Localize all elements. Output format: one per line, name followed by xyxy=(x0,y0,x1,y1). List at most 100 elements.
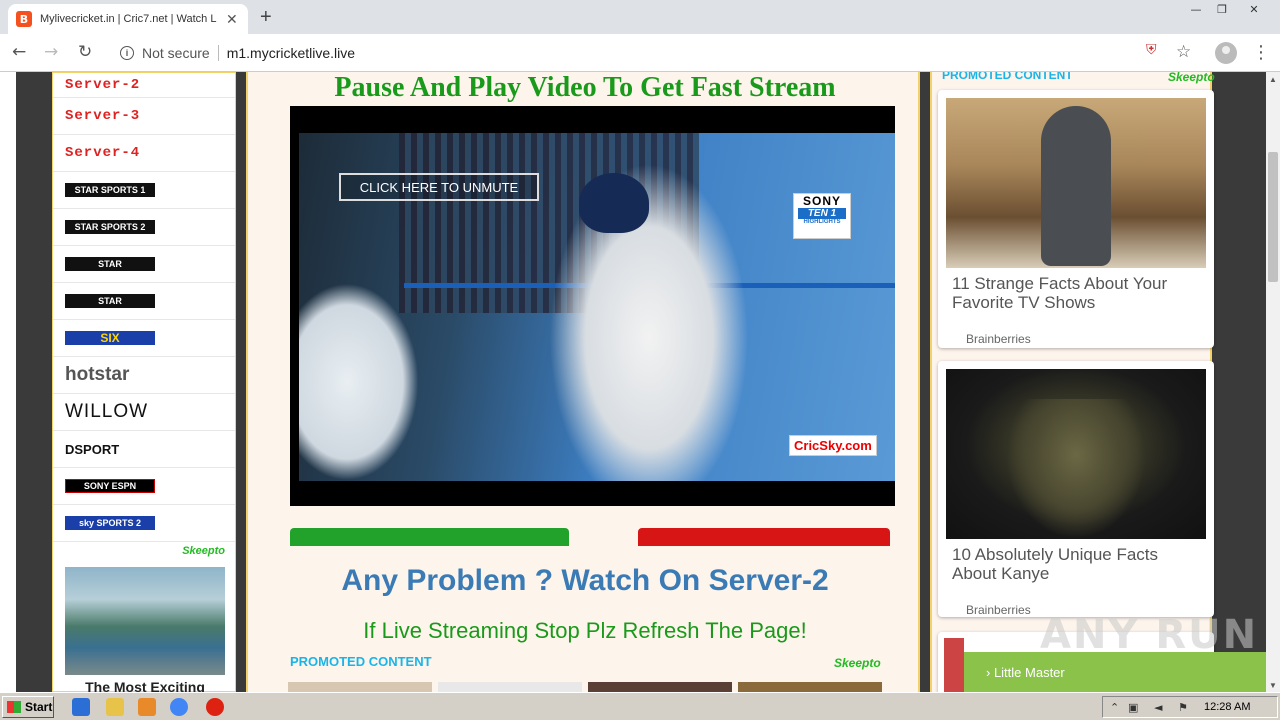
server-2-link[interactable]: Server-2 xyxy=(53,73,235,98)
close-window-icon[interactable]: ✕ xyxy=(1240,0,1268,18)
video-player[interactable]: CLICK HERE TO UNMUTE SONY TEN 1 HIGHLIGH… xyxy=(290,106,895,506)
channel-willow[interactable]: WILLOW xyxy=(53,394,235,431)
scroll-thumb[interactable] xyxy=(1268,152,1278,282)
scroll-down-icon[interactable]: ▼ xyxy=(1266,678,1280,692)
browser-tab[interactable]: B Mylivecricket.in | Cric7.net | Watch L… xyxy=(8,4,248,34)
channel-star-sports-4[interactable]: STAR xyxy=(53,283,235,320)
explorer-icon[interactable] xyxy=(106,698,124,716)
performer-figure xyxy=(1006,399,1146,539)
ie-icon[interactable] xyxy=(72,698,90,716)
volume-icon[interactable]: ◄ xyxy=(1154,701,1162,714)
main-content: Pause And Play Video To Get Fast Stream … xyxy=(246,72,920,692)
hotstar-logo: hotstar xyxy=(65,364,130,385)
person-figure xyxy=(1041,106,1111,266)
channel-hotstar[interactable]: hotstar xyxy=(53,357,235,394)
blogger-favicon-icon: B xyxy=(16,11,32,27)
dsport-logo: DSPORT xyxy=(65,441,120,457)
back-icon[interactable]: ← xyxy=(12,42,26,62)
ten-six-logo: SIX xyxy=(65,331,155,345)
cricsky-watermark: CricSky.com xyxy=(789,435,877,456)
promo-card[interactable]: 10 Absolutely Unique Facts About Kanye B… xyxy=(938,361,1214,617)
video-frame[interactable]: CLICK HERE TO UNMUTE SONY TEN 1 HIGHLIGH… xyxy=(299,133,895,481)
restore-icon[interactable]: ❐ xyxy=(1208,0,1236,18)
close-tab-icon[interactable]: ✕ xyxy=(226,11,238,28)
unmute-button[interactable]: CLICK HERE TO UNMUTE xyxy=(339,173,539,201)
forward-icon[interactable]: → xyxy=(44,42,58,62)
green-server-button[interactable] xyxy=(290,528,569,546)
channel-sony-espn[interactable]: SONY ESPN xyxy=(53,468,235,505)
action-center-flag-icon[interactable]: ⚑ xyxy=(1178,701,1188,714)
profile-avatar-icon[interactable] xyxy=(1215,42,1237,64)
helmet-shape xyxy=(579,173,649,233)
page-scrollbar[interactable]: ▲ ▼ xyxy=(1266,72,1280,692)
promo-thumb[interactable] xyxy=(738,682,882,692)
windows-taskbar: Start ⌃ ▣ ◄ ⚑ 12:28 AM xyxy=(0,692,1280,720)
reload-icon[interactable]: ↻ xyxy=(78,42,92,62)
blocked-content-icon[interactable]: ⛨ xyxy=(1146,42,1157,58)
page-headline: Pause And Play Video To Get Fast Stream xyxy=(334,72,836,103)
anyrun-watermark: ANY RUN xyxy=(1040,612,1259,658)
promo-thumb[interactable] xyxy=(944,638,964,692)
tab-strip: B Mylivecricket.in | Cric7.net | Watch L… xyxy=(0,0,1280,34)
promoted-content-label: PROMOTED CONTENT xyxy=(942,72,1073,82)
opera-icon[interactable] xyxy=(206,698,224,716)
sony-ten-badge: SONY TEN 1 HIGHLIGHTS xyxy=(793,193,851,239)
star-sports-2-logo: STAR SPORTS 2 xyxy=(65,220,155,234)
new-tab-icon[interactable]: + xyxy=(260,6,272,29)
willow-logo: WILLOW xyxy=(65,401,149,422)
promoted-sidebar: PROMOTED CONTENT Skeepto 11 Strange Fact… xyxy=(930,72,1215,692)
skeepto-logo: Skeepto xyxy=(182,545,225,557)
promo-card[interactable]: 11 Strange Facts About Your Favorite TV … xyxy=(938,90,1214,348)
ad-title: The Most Exciting xyxy=(85,679,205,692)
channel-dsport[interactable]: DSPORT xyxy=(53,431,235,468)
promoted-content-label: PROMOTED CONTENT xyxy=(290,654,432,669)
skeepto-logo: Skeepto xyxy=(1168,72,1215,84)
bookmark-star-icon[interactable]: ☆ xyxy=(1176,42,1191,62)
red-server-button[interactable] xyxy=(638,528,890,546)
omnibox-divider xyxy=(217,45,219,61)
server-notice: Any Problem ? Watch On Server-2 xyxy=(341,564,829,597)
channel-star-sports-1[interactable]: STAR SPORTS 1 xyxy=(53,172,235,209)
server-3-link[interactable]: Server-3 xyxy=(53,98,235,135)
tab-title: Mylivecricket.in | Cric7.net | Watch L xyxy=(40,13,217,25)
channel-star-sports-3[interactable]: STAR xyxy=(53,246,235,283)
scroll-up-icon[interactable]: ▲ xyxy=(1266,72,1280,86)
channel-sky-sports-2[interactable]: sky SPORTS 2 xyxy=(53,505,235,542)
chrome-icon[interactable] xyxy=(170,698,188,716)
card-image xyxy=(946,369,1206,539)
card-title: 11 Strange Facts About Your Favorite TV … xyxy=(952,274,1168,312)
omnibox[interactable]: i Not secure m1.mycricketlive.live xyxy=(108,39,1208,67)
ad-image xyxy=(65,567,225,675)
address-bar-row: ← → ↻ i Not secure m1.mycricketlive.live… xyxy=(0,34,1280,72)
chrome-menu-icon[interactable]: ⋮ xyxy=(1252,42,1270,63)
fielder-figure xyxy=(299,283,419,481)
channel-sidebar: Server-2 Server-3 Server-4 STAR SPORTS 1… xyxy=(52,72,236,692)
card-source: Brainberries xyxy=(966,332,1031,346)
tray-expand-icon[interactable]: ⌃ xyxy=(1110,701,1119,714)
card-image xyxy=(946,98,1206,268)
sidebar-ad[interactable]: Skeepto The Most Exciting xyxy=(65,545,225,692)
sky-sports-2-logo: sky SPORTS 2 xyxy=(65,516,155,530)
star-sports-3-logo: STAR xyxy=(65,257,155,271)
clock[interactable]: 12:28 AM xyxy=(1204,701,1250,713)
network-icon[interactable]: ▣ xyxy=(1128,701,1138,714)
refresh-notice: If Live Streaming Stop Plz Refresh The P… xyxy=(363,618,807,643)
card-title: 10 Absolutely Unique Facts About Kanye xyxy=(952,545,1159,583)
little-master-bar[interactable]: › Little Master xyxy=(964,652,1266,692)
promo-thumb[interactable] xyxy=(588,682,732,692)
channel-star-sports-2[interactable]: STAR SPORTS 2 xyxy=(53,209,235,246)
url-text[interactable]: m1.mycricketlive.live xyxy=(227,45,355,61)
star-sports-4-logo: STAR xyxy=(65,294,155,308)
media-player-icon[interactable] xyxy=(138,698,156,716)
minimize-icon[interactable]: — xyxy=(1182,0,1210,18)
server-4-link[interactable]: Server-4 xyxy=(53,135,235,172)
card-source: Brainberries xyxy=(966,603,1031,617)
start-button[interactable]: Start xyxy=(2,696,54,718)
web-page: Server-2 Server-3 Server-4 STAR SPORTS 1… xyxy=(0,72,1266,692)
info-icon[interactable]: i xyxy=(120,46,134,60)
star-sports-1-logo: STAR SPORTS 1 xyxy=(65,183,155,197)
not-secure-label: Not secure xyxy=(142,45,210,61)
promo-thumb[interactable] xyxy=(438,682,582,692)
channel-ten-six[interactable]: SIX xyxy=(53,320,235,357)
promo-thumb[interactable] xyxy=(288,682,432,692)
